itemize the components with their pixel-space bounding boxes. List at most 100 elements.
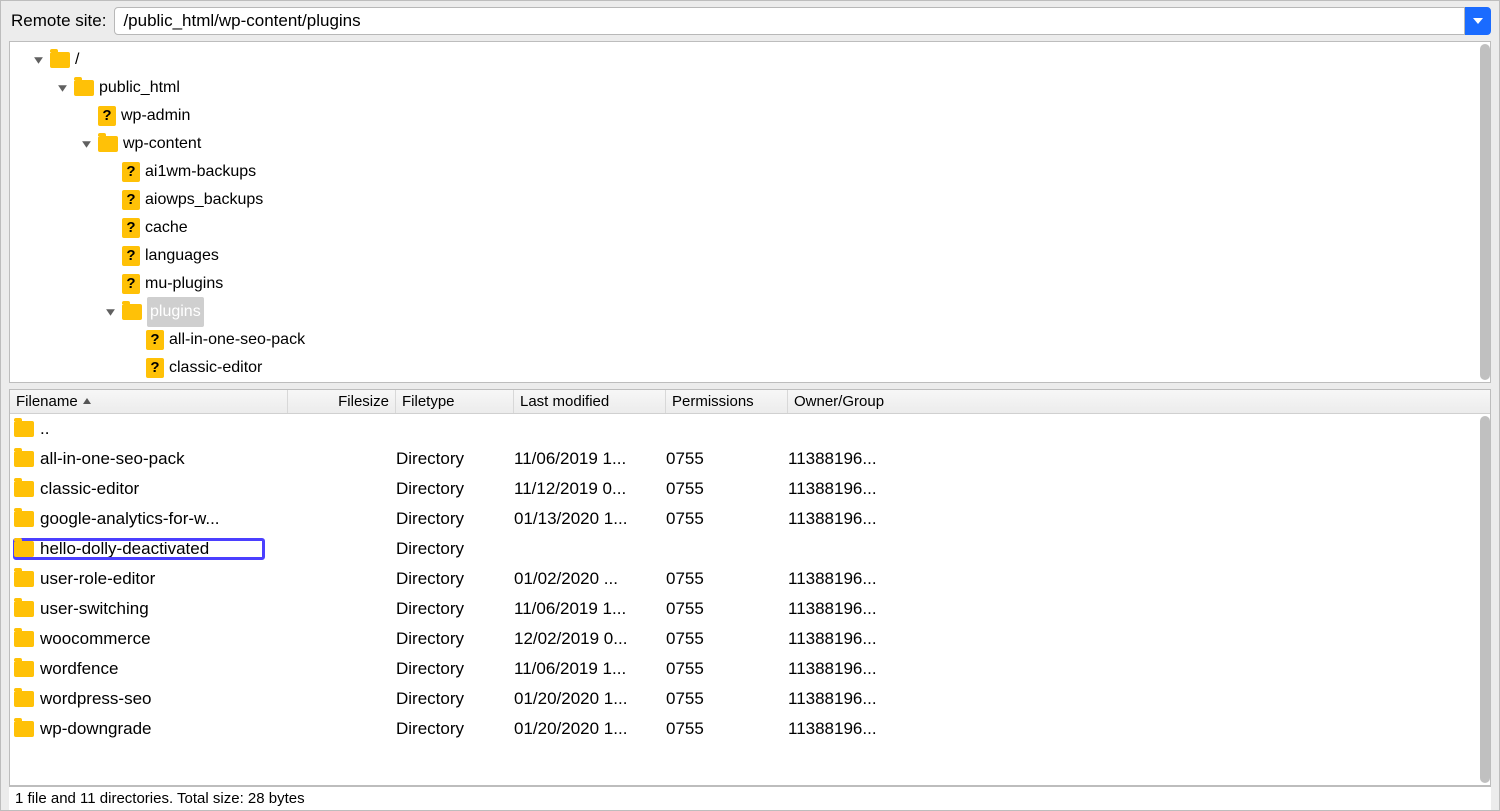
ftp-remote-panel: Remote site: /public_html?wp-adminwp-con… [0,0,1500,811]
folder-icon [14,571,34,587]
file-name-cell: wp-downgrade [14,719,396,739]
tree-node[interactable]: wp-content [16,130,1490,158]
directory-tree-panel: /public_html?wp-adminwp-content?ai1wm-ba… [9,41,1491,383]
file-list-body[interactable]: ..all-in-one-seo-packDirectory11/06/2019… [10,414,1490,785]
file-permissions-cell: 0755 [666,689,788,709]
file-row[interactable]: hello-dolly-deactivatedDirectory [10,534,1490,564]
file-row[interactable]: wordfenceDirectory11/06/2019 1...0755113… [10,654,1490,684]
tree-scrollbar[interactable] [1480,44,1490,380]
column-filename[interactable]: Filename [10,390,288,413]
remote-site-label: Remote site: [11,11,106,31]
folder-icon [14,481,34,497]
file-row[interactable]: wordpress-seoDirectory01/20/2020 1...075… [10,684,1490,714]
folder-icon [14,451,34,467]
file-row[interactable]: wp-downgradeDirectory01/20/2020 1...0755… [10,714,1490,744]
file-name-label: .. [40,419,49,439]
file-name-cell: all-in-one-seo-pack [14,449,396,469]
folder-icon [14,661,34,677]
file-row[interactable]: .. [10,414,1490,444]
tree-node[interactable]: ?cache [16,214,1490,242]
list-scrollbar[interactable] [1480,416,1490,783]
tree-node[interactable]: ?aiowps_backups [16,186,1490,214]
file-owner-cell: 11388196... [788,509,910,529]
column-filesize[interactable]: Filesize [288,390,396,413]
tree-node[interactable]: ?mu-plugins [16,270,1490,298]
tree-node-label: classic-editor [169,353,262,383]
file-modified-cell: 11/12/2019 0... [514,479,666,499]
unknown-folder-icon: ? [122,218,140,238]
unknown-folder-icon: ? [122,190,140,210]
file-owner-cell: 11388196... [788,479,910,499]
tree-node[interactable]: public_html [16,74,1490,102]
file-owner-cell: 11388196... [788,569,910,589]
folder-icon [98,136,118,152]
column-owner-group[interactable]: Owner/Group [788,390,1490,413]
column-filetype[interactable]: Filetype [396,390,514,413]
tree-node-label: wp-content [123,129,201,159]
file-type-cell: Directory [396,629,514,649]
file-permissions-cell: 0755 [666,599,788,619]
disclosure-triangle-icon[interactable] [31,53,45,67]
column-permissions[interactable]: Permissions [666,390,788,413]
folder-icon [14,631,34,647]
file-row[interactable]: classic-editorDirectory11/12/2019 0...07… [10,474,1490,504]
tree-node[interactable]: ?all-in-one-seo-pack [16,326,1490,354]
file-owner-cell: 11388196... [788,659,910,679]
parent-folder-icon [14,421,34,437]
column-owner-group-label: Owner/Group [794,393,884,410]
tree-node[interactable]: plugins [16,298,1490,326]
file-permissions-cell: 0755 [666,719,788,739]
file-type-cell: Directory [396,449,514,469]
file-name-cell: google-analytics-for-w... [14,509,396,529]
column-last-modified-label: Last modified [520,393,609,410]
sort-ascending-icon [82,393,92,410]
disclosure-triangle-icon[interactable] [55,81,69,95]
tree-node[interactable]: ?classic-editor [16,354,1490,382]
tree-node[interactable]: ?wp-admin [16,102,1490,130]
tree-node[interactable]: ?languages [16,242,1490,270]
remote-path-input[interactable] [114,7,1465,35]
file-permissions-cell: 0755 [666,569,788,589]
disclosure-triangle-icon[interactable] [103,305,117,319]
tree-node-label: all-in-one-seo-pack [169,325,305,355]
tree-node-label: plugins [147,297,204,327]
file-name-label: classic-editor [40,479,139,499]
unknown-folder-icon: ? [122,274,140,294]
status-bar: 1 file and 11 directories. Total size: 2… [9,786,1491,810]
tree-node-label: mu-plugins [145,269,223,299]
tree-node[interactable]: ?ai1wm-backups [16,158,1490,186]
file-row[interactable]: google-analytics-for-w...Directory01/13/… [10,504,1490,534]
file-row[interactable]: user-switchingDirectory11/06/2019 1...07… [10,594,1490,624]
file-name-label: wordfence [40,659,118,679]
folder-icon [74,80,94,96]
unknown-folder-icon: ? [98,106,116,126]
folder-icon [50,52,70,68]
folder-icon [14,541,34,557]
disclosure-triangle-icon[interactable] [79,137,93,151]
tree-node-label: cache [145,213,188,243]
file-type-cell: Directory [396,569,514,589]
tree-node[interactable]: / [16,46,1490,74]
file-list-header: Filename Filesize Filetype Last modified… [10,390,1490,414]
unknown-folder-icon: ? [122,162,140,182]
file-row[interactable]: all-in-one-seo-packDirectory11/06/2019 1… [10,444,1490,474]
file-type-cell: Directory [396,689,514,709]
file-type-cell: Directory [396,479,514,499]
file-permissions-cell: 0755 [666,629,788,649]
file-owner-cell: 11388196... [788,629,910,649]
file-name-label: all-in-one-seo-pack [40,449,185,469]
path-dropdown-button[interactable] [1465,7,1491,35]
column-filename-label: Filename [16,393,78,410]
file-name-label: wordpress-seo [40,689,152,709]
file-name-cell: .. [14,419,396,439]
unknown-folder-icon: ? [146,358,164,378]
file-name-label: google-analytics-for-w... [40,509,220,529]
tree-node-label: wp-admin [121,101,190,131]
column-filesize-label: Filesize [338,393,389,410]
directory-tree[interactable]: /public_html?wp-adminwp-content?ai1wm-ba… [10,42,1490,383]
file-row[interactable]: woocommerceDirectory12/02/2019 0...07551… [10,624,1490,654]
file-name-label: woocommerce [40,629,151,649]
file-row[interactable]: user-role-editorDirectory01/02/2020 ...0… [10,564,1490,594]
file-owner-cell: 11388196... [788,449,910,469]
column-last-modified[interactable]: Last modified [514,390,666,413]
